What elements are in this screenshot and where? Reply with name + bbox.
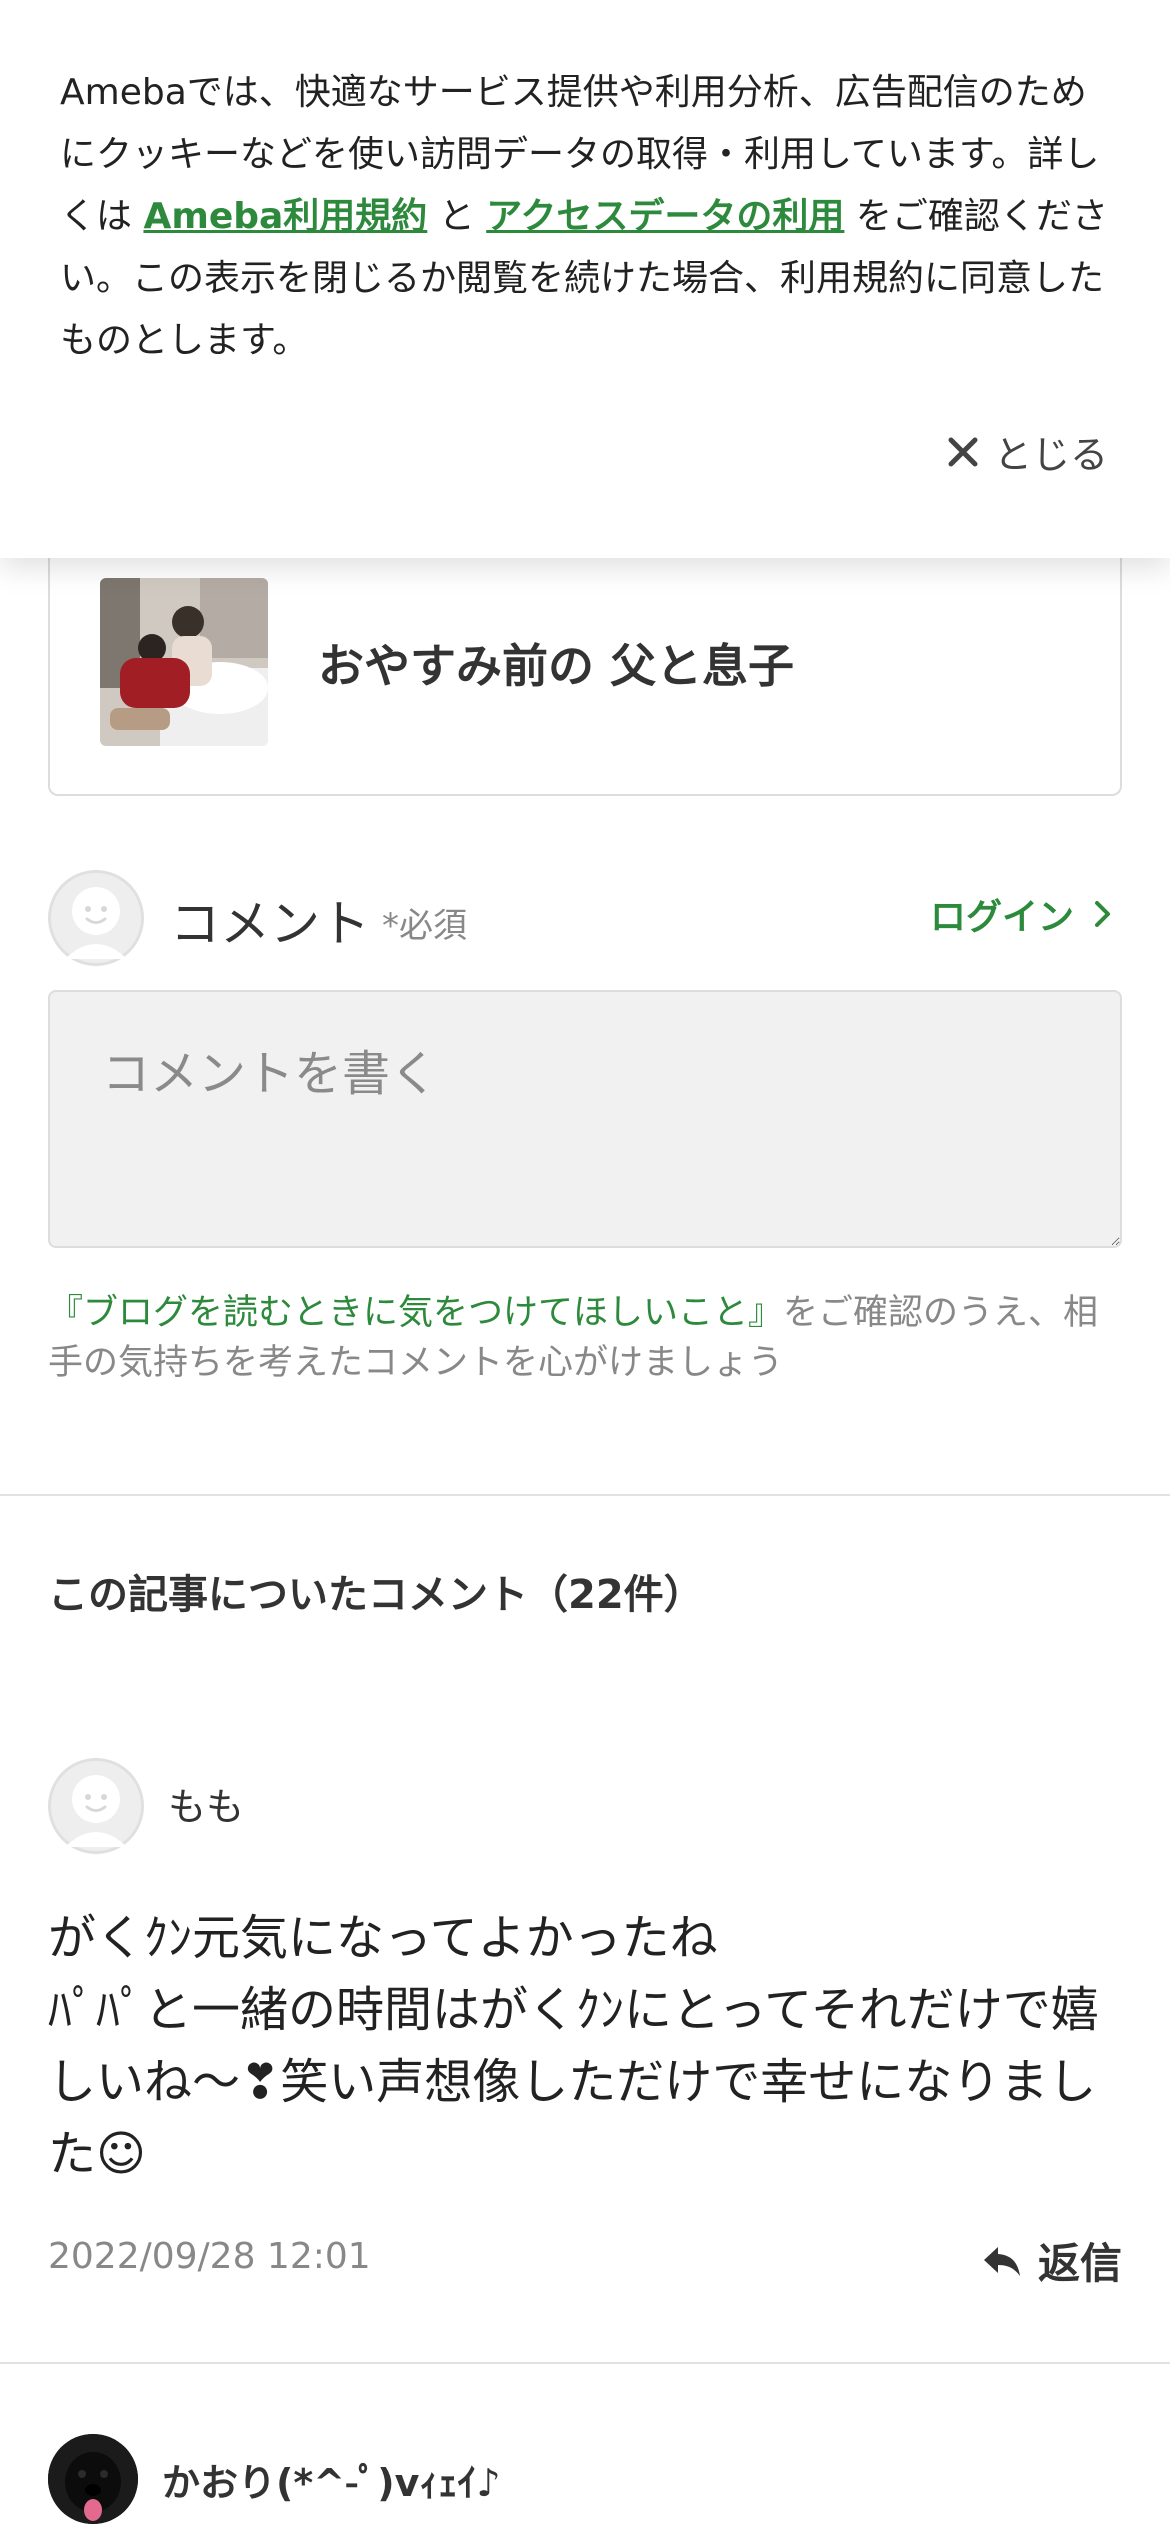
comment-divider [0, 2362, 1170, 2364]
comments-heading: この記事についたコメント（22件） [48, 1572, 704, 1618]
comment-body: がくｸﾝ元気になってよかったね ﾊﾟﾊﾟと一緒の時間はがくｸﾝにとってそれだけで… [48, 1902, 1128, 2190]
reply-icon [983, 2246, 1020, 2276]
cookie-close-button[interactable]: とじる [946, 424, 1108, 479]
commenter-avatar[interactable] [48, 2434, 138, 2524]
comment-form-heading: コメント [170, 895, 370, 953]
comment-guideline: 『ブログを読むときに気をつけてほしいこと』をご確認のうえ、相手の気持ちを考えたコ… [48, 1288, 1128, 1388]
section-divider [0, 1494, 1170, 1496]
commenter-name[interactable]: もも [168, 1776, 244, 1831]
commenter-name[interactable]: かおり(*^-ﾟ)vｨｪｲ♪ [162, 2452, 501, 2507]
login-link[interactable]: ログイン [930, 888, 1114, 940]
comment-input[interactable] [48, 990, 1122, 1248]
reply-button[interactable]: 返信 [982, 2230, 1122, 2291]
user-avatar [48, 870, 144, 966]
close-label: とじる [993, 433, 1108, 477]
access-data-link[interactable]: アクセスデータの利用 [486, 196, 844, 237]
cookie-notice-text: Amebaでは、快適なサービス提供や利用分析、広告配信のためにクッキーなどを使い… [60, 62, 1120, 372]
default-avatar-icon [65, 1775, 127, 1847]
login-label: ログイン [929, 897, 1074, 938]
commenter-avatar[interactable] [48, 1758, 144, 1854]
comment-line: ﾊﾟﾊﾟと一緒の時間はがくｸﾝにとってそれだけで嬉しいね～❣笑い声想像しただけで… [48, 1982, 1099, 2182]
entry-card[interactable]: おやすみ前の 父と息子 [48, 520, 1122, 796]
chevron-right-icon [1095, 901, 1110, 927]
required-mark: *必須 [382, 906, 467, 946]
cookie-banner: Amebaでは、快適なサービス提供や利用分析、広告配信のためにクッキーなどを使い… [0, 0, 1170, 558]
comment-timestamp: 2022/09/28 12:01 [48, 2236, 371, 2277]
dog-avatar-icon [48, 2434, 138, 2524]
entry-title: おやすみ前の 父と息子 [318, 639, 795, 693]
guideline-link[interactable]: 『ブログを読むときに気をつけてほしいこと』 [48, 1293, 783, 1333]
default-avatar-icon [65, 887, 127, 959]
terms-link[interactable]: Ameba利用規約 [143, 196, 427, 237]
entry-thumbnail [100, 578, 268, 746]
reply-label: 返信 [1037, 2239, 1122, 2288]
close-icon [948, 437, 978, 466]
cookie-and-text: と [427, 196, 487, 237]
comment-line: がくｸﾝ元気になってよかったね [48, 1910, 718, 1966]
